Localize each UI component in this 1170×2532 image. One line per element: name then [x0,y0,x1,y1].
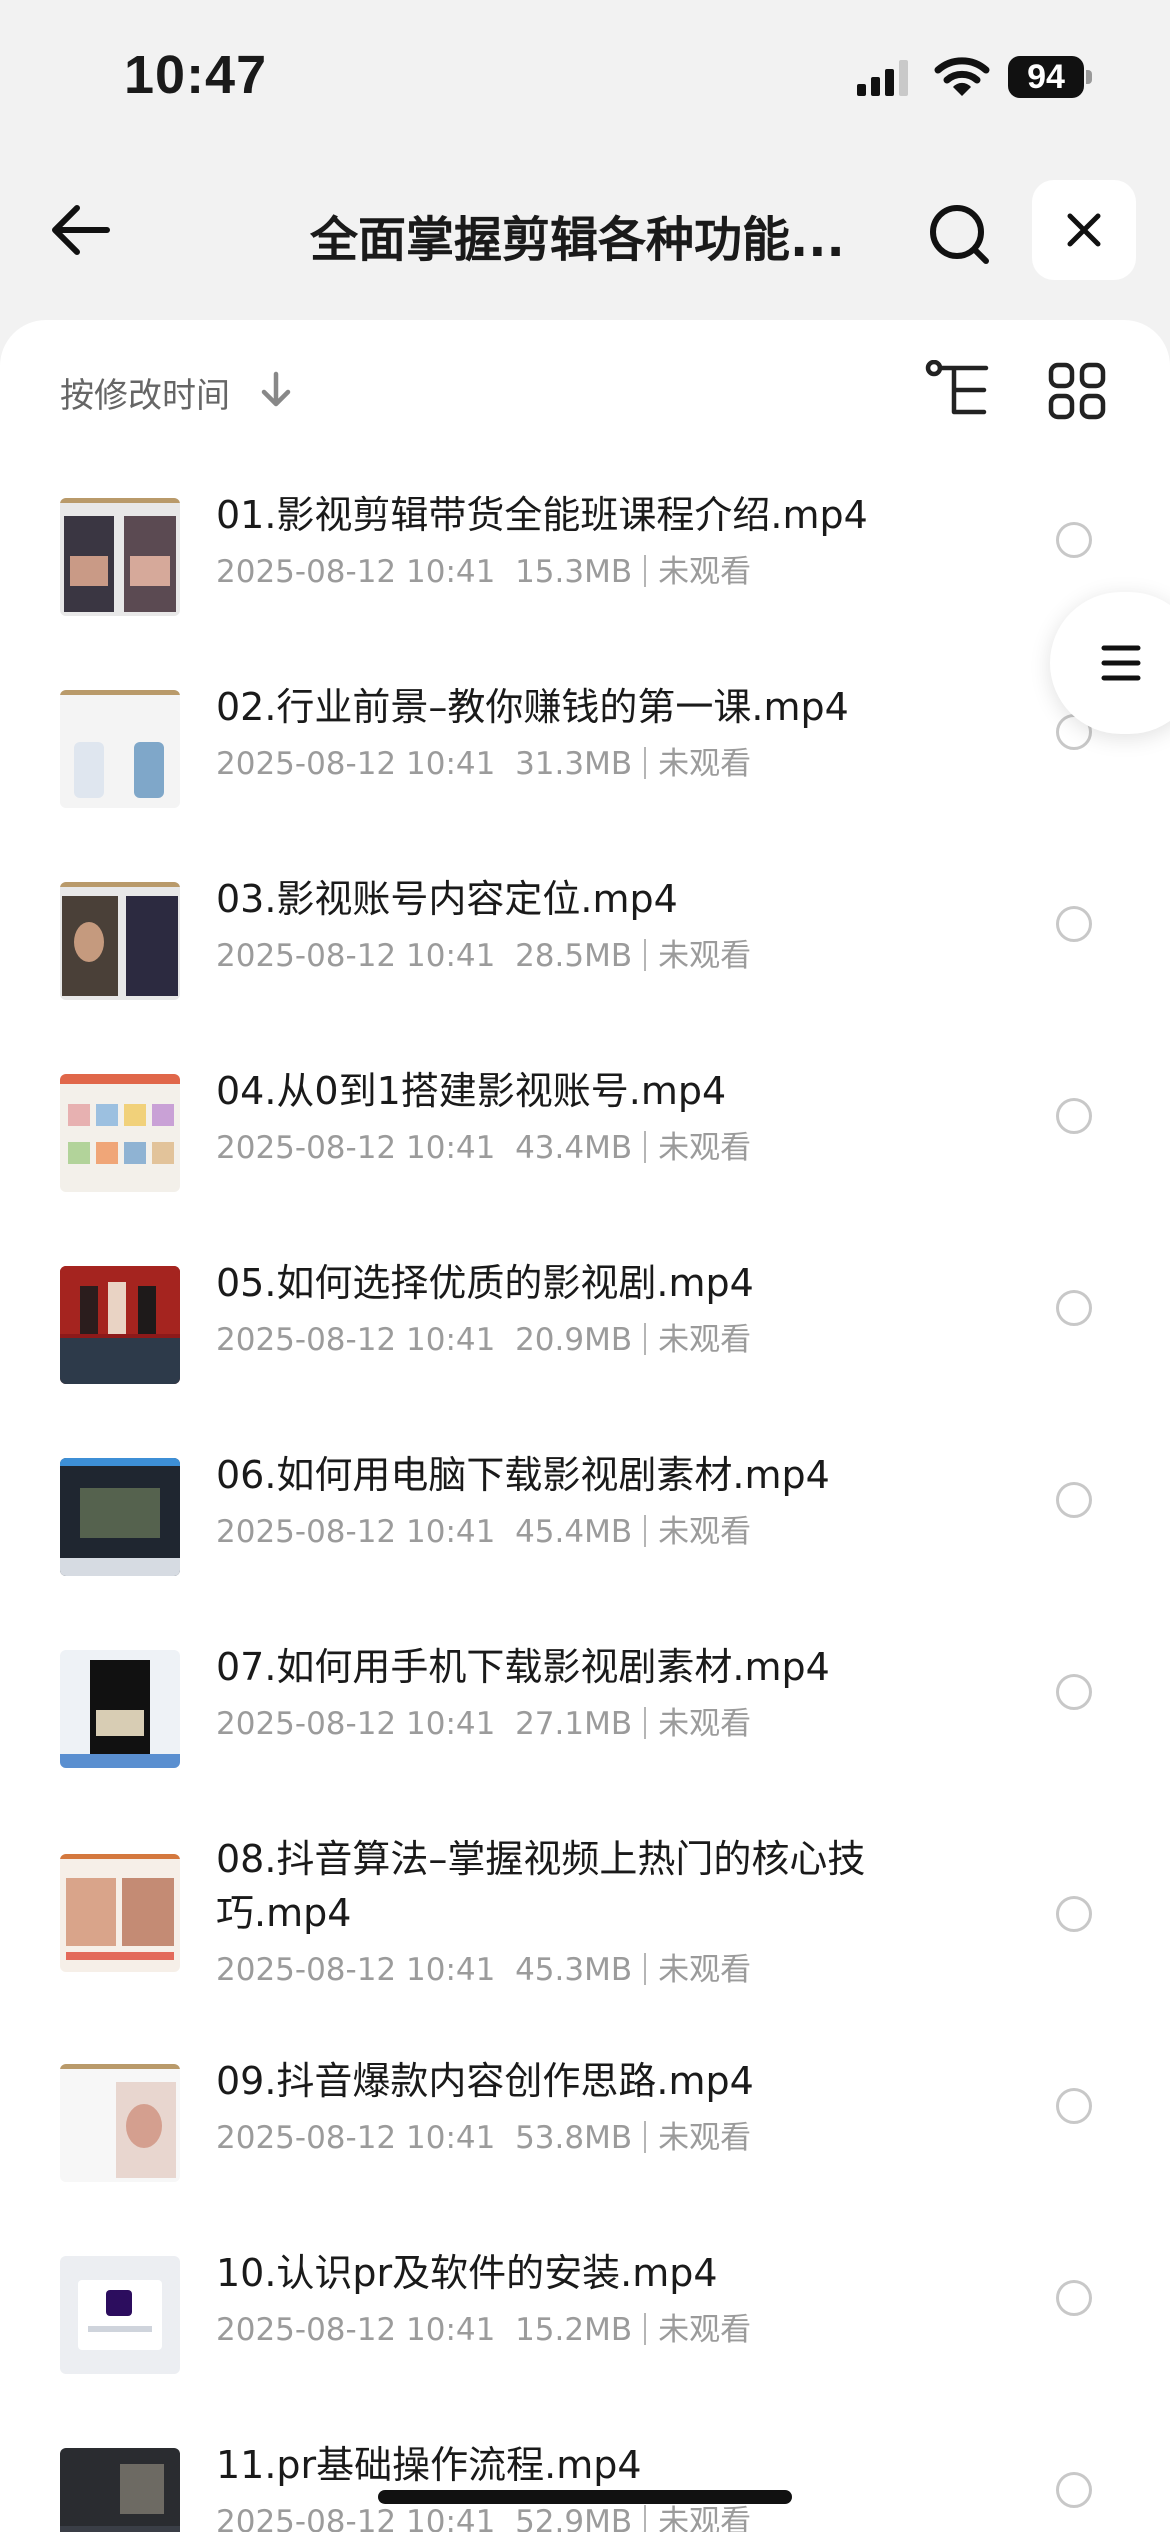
file-row[interactable]: 01.影视剪辑带货全能班课程介绍.mp4 2025-08-12 10:41 15… [0,458,1170,650]
screen: 10:47 94 全面掌握剪辑各种功能... 按修改时间 01.影视剪辑带货全能… [0,0,1170,2532]
file-meta: 2025-08-12 10:41 20.9MB 未观看 [216,1322,752,1358]
file-row[interactable]: 11.pr基础操作流程.mp4 2025-08-12 10:41 52.9MB 未… [0,2408,1170,2532]
close-icon [1067,213,1101,247]
file-row[interactable]: 02.行业前景–教你赚钱的第一课.mp4 2025-08-12 10:41 31… [0,650,1170,842]
file-meta: 2025-08-12 10:41 15.3MB 未观看 [216,554,752,590]
file-meta: 2025-08-12 10:41 45.3MB 未观看 [216,1952,752,1988]
grid-view-icon[interactable] [1048,362,1106,420]
video-thumbnail [60,498,180,616]
video-thumbnail [60,2448,180,2532]
battery-indicator: 94 [1008,56,1084,98]
select-radio[interactable] [1056,906,1092,942]
file-row[interactable]: 04.从0到1搭建影视账号.mp4 2025-08-12 10:41 43.4M… [0,1034,1170,1226]
file-name: 10.认识pr及软件的安装.mp4 [216,2251,718,2295]
file-name: 02.行业前景–教你赚钱的第一课.mp4 [216,685,849,729]
file-meta: 2025-08-12 10:41 15.2MB 未观看 [216,2312,752,2348]
cellular-signal-icon [857,60,908,96]
file-name: 11.pr基础操作流程.mp4 [216,2443,642,2487]
sort-by-modified-time[interactable]: 按修改时间 [60,368,230,417]
file-meta: 2025-08-12 10:41 43.4MB 未观看 [216,1130,752,1166]
file-row[interactable]: 05.如何选择优质的影视剧.mp4 2025-08-12 10:41 20.9M… [0,1226,1170,1418]
menu-icon [1101,645,1141,681]
file-row[interactable]: 03.影视账号内容定位.mp4 2025-08-12 10:41 28.5MB 未… [0,842,1170,1034]
sort-toolbar: 按修改时间 [0,320,1170,460]
back-button[interactable] [40,190,120,270]
file-row[interactable]: 06.如何用电脑下载影视剧素材.mp4 2025-08-12 10:41 45.… [0,1418,1170,1610]
tree-view-icon[interactable] [924,360,992,420]
select-radio[interactable] [1056,2472,1092,2508]
video-thumbnail [60,1650,180,1768]
file-name: 03.影视账号内容定位.mp4 [216,877,678,921]
video-thumbnail [60,2256,180,2374]
file-meta: 2025-08-12 10:41 45.4MB 未观看 [216,1514,752,1550]
select-radio[interactable] [1056,2280,1092,2316]
video-thumbnail [60,1854,180,1972]
file-meta: 2025-08-12 10:41 27.1MB 未观看 [216,1706,752,1742]
file-row[interactable]: 07.如何用手机下载影视剧素材.mp4 2025-08-12 10:41 27.… [0,1610,1170,1802]
select-radio[interactable] [1056,522,1092,558]
file-name: 05.如何选择优质的影视剧.mp4 [216,1261,754,1305]
file-row[interactable]: 10.认识pr及软件的安装.mp4 2025-08-12 10:41 15.2M… [0,2216,1170,2408]
close-button[interactable] [1032,180,1136,280]
file-meta: 2025-08-12 10:41 53.8MB 未观看 [216,2120,752,2156]
file-name: 08.抖音算法–掌握视频上热门的核心技巧.mp4 [216,1837,866,1935]
select-radio[interactable] [1056,1098,1092,1134]
file-name: 04.从0到1搭建影视账号.mp4 [216,1069,727,1113]
video-thumbnail [60,690,180,808]
video-thumbnail [60,1266,180,1384]
video-thumbnail [60,1458,180,1576]
file-name: 01.影视剪辑带货全能班课程介绍.mp4 [216,493,868,537]
file-row[interactable]: 09.抖音爆款内容创作思路.mp4 2025-08-12 10:41 53.8M… [0,2024,1170,2216]
wifi-icon [934,57,990,96]
select-radio[interactable] [1056,1482,1092,1518]
arrow-left-icon [52,205,110,255]
select-radio[interactable] [1056,2088,1092,2124]
nav-bar: 全面掌握剪辑各种功能... [0,160,1170,310]
file-name: 09.抖音爆款内容创作思路.mp4 [216,2059,754,2103]
arrow-down-icon[interactable] [256,370,296,410]
page-title: 全面掌握剪辑各种功能... [310,212,845,268]
video-thumbnail [60,2064,180,2182]
search-icon [930,205,989,264]
video-thumbnail [60,1074,180,1192]
battery-nub [1086,70,1092,84]
file-list: 01.影视剪辑带货全能班课程介绍.mp4 2025-08-12 10:41 15… [0,458,1170,2532]
select-radio[interactable] [1056,1674,1092,1710]
file-name: 07.如何用手机下载影视剧素材.mp4 [216,1645,830,1689]
file-meta: 2025-08-12 10:41 28.5MB 未观看 [216,938,752,974]
file-meta: 2025-08-12 10:41 31.3MB 未观看 [216,746,752,782]
select-radio[interactable] [1056,1896,1092,1932]
status-time: 10:47 [124,45,268,105]
status-bar: 10:47 94 [0,0,1170,150]
home-indicator [378,2490,792,2504]
file-row[interactable]: 08.抖音算法–掌握视频上热门的核心技巧.mp4 2025-08-12 10:4… [0,1802,1170,2024]
file-name: 06.如何用电脑下载影视剧素材.mp4 [216,1453,830,1497]
file-sheet: 按修改时间 01.影视剪辑带货全能班课程介绍.mp4 2025-08-12 10… [0,320,1170,2532]
select-radio[interactable] [1056,1290,1092,1326]
video-thumbnail [60,882,180,1000]
search-button[interactable] [920,195,1000,275]
